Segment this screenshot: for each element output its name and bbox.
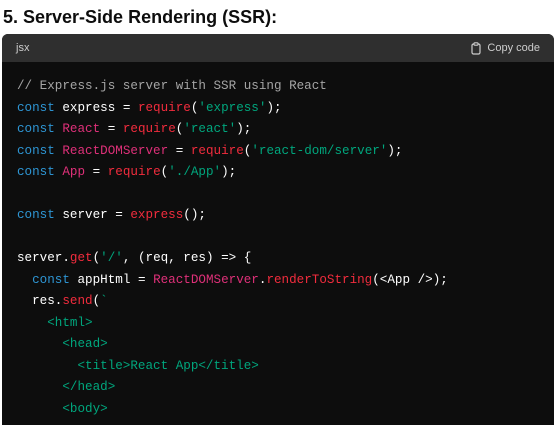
code-line: const appHtml = ReactDOMServer.renderToS…: [17, 270, 554, 292]
code-token-string: `: [100, 294, 108, 308]
code-token-string: 'react-dom/server': [251, 143, 388, 158]
code-line: res.send(`: [17, 291, 554, 313]
code-token-func: send: [62, 294, 93, 308]
code-token-func: require: [122, 122, 176, 136]
clipboard-icon: [470, 41, 482, 55]
code-token-var: App: [62, 165, 86, 179]
copy-code-button[interactable]: Copy code: [470, 41, 540, 55]
code-token-plain: server.: [17, 251, 70, 265]
code-token-keyword: const: [17, 143, 55, 158]
code-token-plain: );: [266, 100, 282, 115]
code-token-var: React: [62, 122, 101, 136]
code-token-plain: (<App />);: [372, 272, 448, 287]
code-line: const ReactDOMServer = require('react-do…: [17, 141, 554, 163]
code-token-func: express: [130, 208, 184, 222]
code-token-keyword: const: [32, 272, 70, 287]
code-token-string: <body>: [17, 401, 108, 416]
code-token-func: get: [69, 251, 93, 265]
code-line: const server = express();: [17, 205, 554, 227]
code-line: <html>: [17, 313, 554, 335]
code-token-var: ReactDOMServer: [62, 143, 169, 158]
code-token-func: require: [190, 143, 244, 158]
code-token-keyword: const: [17, 165, 55, 179]
code-token-plain: );: [221, 165, 237, 179]
section-heading: 5. Server-Side Rendering (SSR):: [3, 7, 278, 27]
code-token-plain: appHtml =: [69, 272, 154, 287]
copy-code-label: Copy code: [487, 42, 540, 54]
code-line: <head>: [17, 334, 554, 356]
code-token-string: <title>React App</title>: [17, 358, 259, 373]
code-token-plain: res.: [17, 294, 63, 308]
code-token-string: </head>: [17, 380, 116, 394]
code-line: const App = require('./App');: [17, 162, 554, 184]
code-token-string: './App': [168, 165, 222, 179]
code-line: const React = require('react');: [17, 119, 554, 141]
code-token-string: 'react': [183, 122, 237, 136]
code-token-func: require: [107, 165, 161, 179]
code-token-plain: );: [236, 122, 252, 136]
code-token-plain: =: [85, 165, 108, 179]
code-token-string: <head>: [17, 337, 108, 351]
code-block-header: jsx Copy code: [2, 34, 554, 62]
code-line: <body>: [17, 399, 554, 421]
code-token-comment: // Express.js server with SSR using Reac…: [17, 79, 327, 93]
code-token-keyword: const: [17, 122, 55, 136]
code-line: server.get('/', (req, res) => {: [17, 248, 554, 270]
code-line: // Express.js server with SSR using Reac…: [17, 76, 554, 98]
code-block: jsx Copy code // Express.js server with …: [2, 34, 554, 425]
code-token-string: '/': [100, 251, 123, 265]
code-token-plain: =: [100, 122, 123, 136]
code-line: ​: [17, 227, 554, 249]
code-token-var: ReactDOMServer: [153, 272, 259, 287]
code-language-label: jsx: [16, 42, 30, 54]
code-token-string: <html>: [17, 315, 93, 330]
code-line: const express = require('express');: [17, 98, 554, 120]
code-token-plain: ();: [183, 208, 206, 222]
code-token-plain: , (req, res) => {: [122, 251, 252, 265]
code-token-func: require: [137, 100, 191, 115]
code-token-plain: =: [168, 143, 191, 158]
code-token-plain: express =: [54, 100, 138, 115]
code-token-func: renderToString: [266, 272, 373, 287]
code-token-keyword: const: [17, 100, 55, 115]
code-token-plain: server =: [54, 208, 131, 222]
code-line: </head>: [17, 377, 554, 399]
code-token-string: 'express': [198, 100, 267, 115]
code-token-plain: );: [387, 143, 403, 158]
code-line: ​: [17, 184, 554, 206]
code-line: <title>React App</title>: [17, 356, 554, 378]
code-token-keyword: const: [17, 208, 55, 222]
code-content[interactable]: // Express.js server with SSR using Reac…: [2, 62, 554, 420]
